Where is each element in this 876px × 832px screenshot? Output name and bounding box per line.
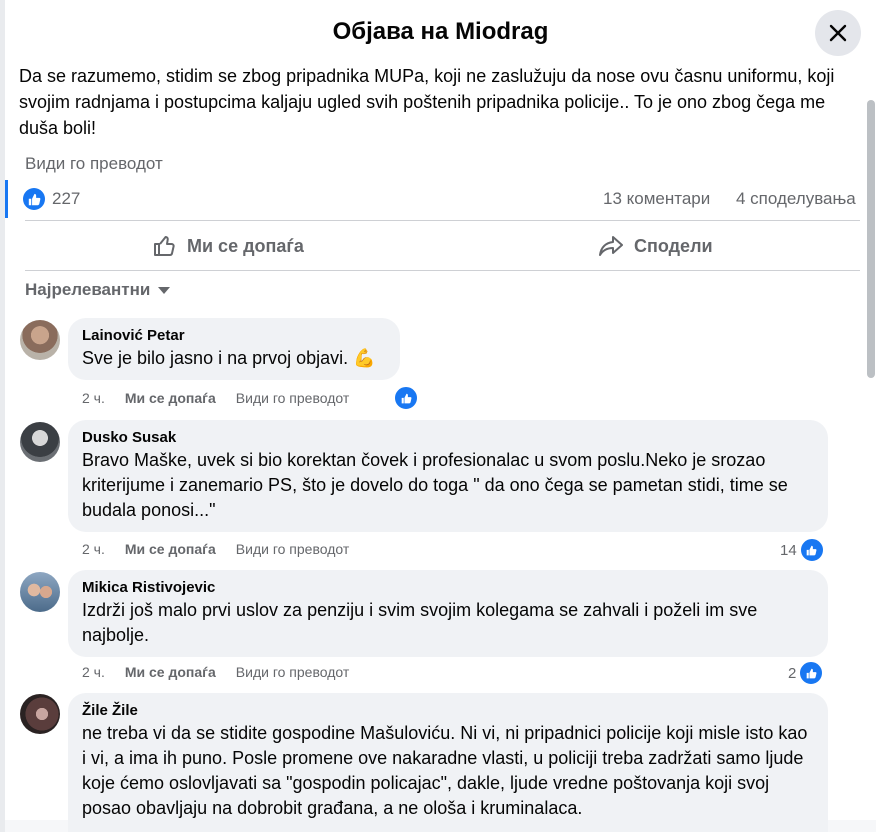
- avatar[interactable]: [20, 320, 60, 360]
- like-button[interactable]: Ми се допаѓа: [153, 226, 304, 266]
- comment-reactions[interactable]: [391, 385, 419, 411]
- comment-author[interactable]: Dusko Susak: [82, 428, 814, 448]
- comment-meta: 2 ч. Ми се допаѓа Види го преводот: [82, 664, 369, 680]
- like-reaction-icon: [798, 660, 825, 686]
- avatar[interactable]: [20, 422, 60, 462]
- comment-translate-link[interactable]: Види го преводот: [236, 664, 349, 680]
- dialog-bottom-edge: [5, 820, 876, 832]
- comment-reactions[interactable]: 14: [780, 537, 825, 563]
- share-button-label: Сподели: [634, 235, 713, 256]
- reaction-count: 14: [780, 541, 797, 559]
- reaction-count: 2: [788, 664, 797, 682]
- comment-bubble: Lainović Petar Sve je bilo jasno i na pr…: [68, 318, 400, 380]
- like-reaction-icon[interactable]: [23, 188, 45, 210]
- comment-reactions[interactable]: 2: [788, 660, 825, 686]
- like-reaction-icon: [393, 385, 419, 411]
- scrollbar-thumb[interactable]: [867, 100, 875, 378]
- comment-text: Bravo Maške, uvek si bio korektan čovek …: [82, 450, 788, 520]
- dialog-scroll-area[interactable]: Da se razumemo, stidim se zbog pripadnik…: [5, 0, 876, 832]
- caret-down-icon: [158, 286, 171, 294]
- divider: [25, 220, 860, 221]
- comment-meta: 2 ч. Ми се допаѓа Види го преводот: [82, 390, 369, 406]
- post-stats: 227 13 коментари 4 споделувања: [5, 180, 865, 218]
- dialog-title: Објава на Miodrag: [332, 18, 549, 45]
- like-button-label: Ми се допаѓа: [187, 235, 304, 256]
- post-dialog: Da se razumemo, stidim se zbog pripadnik…: [5, 0, 876, 832]
- comments-count[interactable]: 13 коментари: [603, 189, 710, 209]
- focus-indicator: [5, 180, 8, 218]
- comment-author[interactable]: Mikica Ristivojevic: [82, 578, 814, 598]
- comment-bubble: Dusko Susak Bravo Maške, uvek si bio kor…: [68, 420, 828, 532]
- share-icon: [599, 236, 623, 256]
- comment-author[interactable]: Lainović Petar: [82, 326, 386, 346]
- close-button[interactable]: [815, 10, 861, 56]
- comment-time[interactable]: 2 ч.: [82, 390, 105, 406]
- comment-author[interactable]: Žile Žile: [82, 701, 814, 721]
- comment-sort-dropdown[interactable]: Најрелевантни: [25, 280, 171, 300]
- see-translation-link[interactable]: Види го преводот: [25, 154, 163, 174]
- comment-translate-link[interactable]: Види го преводот: [236, 390, 349, 406]
- comment-time[interactable]: 2 ч.: [82, 664, 105, 680]
- comment-like-link[interactable]: Ми се допаѓа: [125, 390, 216, 406]
- comment-text: ne treba vi da se stidite gospodine Mašu…: [82, 723, 808, 818]
- comment-time[interactable]: 2 ч.: [82, 541, 105, 557]
- post-text: Da se razumemo, stidim se zbog pripadnik…: [19, 66, 835, 138]
- comment-like-link[interactable]: Ми се допаѓа: [125, 541, 216, 557]
- comment-meta: 2 ч. Ми се допаѓа Види го преводот: [82, 541, 369, 557]
- comment-translate-link[interactable]: Види го преводот: [236, 541, 349, 557]
- sort-label: Најрелевантни: [25, 280, 151, 299]
- thumbs-up-icon: [154, 236, 175, 256]
- like-count[interactable]: 227: [52, 189, 80, 209]
- comment-bubble: Mikica Ristivojevic Izdrži još malo prvi…: [68, 570, 828, 657]
- comment-like-link[interactable]: Ми се допаѓа: [125, 664, 216, 680]
- comment-text: Sve je bilo jasno i na prvoj objavi. 💪: [82, 348, 376, 368]
- avatar[interactable]: [20, 572, 60, 612]
- like-reaction-icon: [798, 537, 825, 563]
- comment-text: Izdrži još malo prvi uslov za penziju i …: [82, 600, 758, 645]
- shares-count[interactable]: 4 споделувања: [736, 189, 856, 209]
- divider: [25, 270, 860, 271]
- share-button[interactable]: Сподели: [598, 226, 713, 266]
- dialog-header: Објава на Miodrag: [5, 0, 876, 64]
- comment-bubble: Žile Žile ne treba vi da se stidite gosp…: [68, 693, 828, 832]
- close-icon: [829, 24, 847, 42]
- avatar[interactable]: [20, 694, 60, 734]
